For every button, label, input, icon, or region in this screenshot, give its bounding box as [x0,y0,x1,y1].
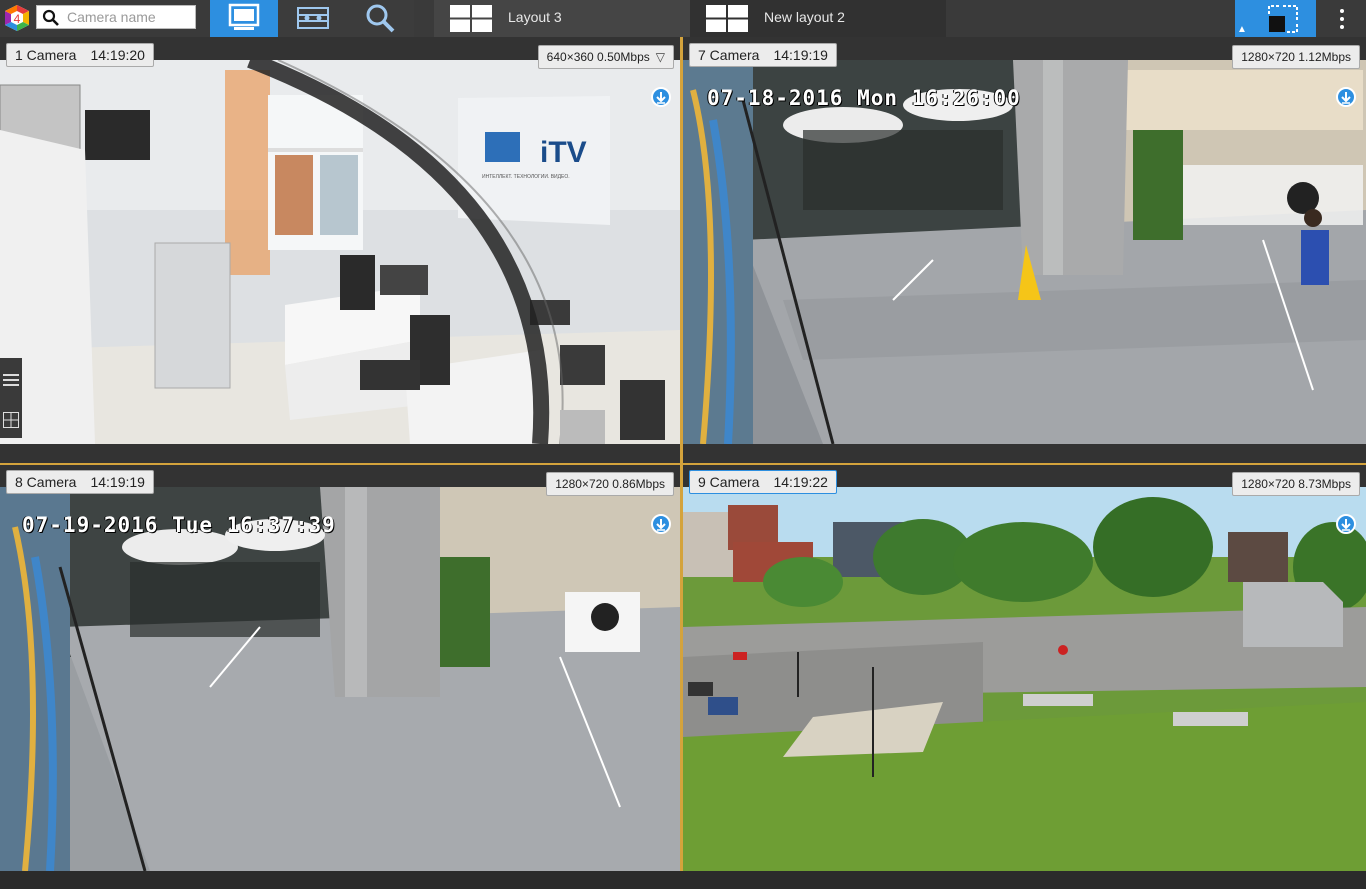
stream-quality-selector[interactable]: 1280×720 1.12Mbps [1232,45,1360,69]
export-download-icon[interactable] [651,514,671,534]
camera-title-badge[interactable]: 9 Camera 14:19:22 [689,470,837,494]
video-timestamp-overlay: 07-18-2016 Mon 16:26:00 [707,86,1021,110]
camera-time: 14:19:19 [773,47,828,63]
camera-name: 7 Camera [698,47,760,63]
camera-time: 14:19:19 [90,474,145,490]
live-view-button[interactable] [210,0,278,37]
kebab-menu-icon [1340,9,1344,29]
camera-title-badge[interactable]: 7 Camera 14:19:19 [689,43,837,67]
layout-grid-icon [450,5,492,32]
camera-title-badge[interactable]: 8 Camera 14:19:19 [6,470,154,494]
collapse-toolbar-button[interactable]: ▲ [1235,0,1249,37]
export-download-icon[interactable] [651,87,671,107]
banner-caption: ИНТЕЛЛЕКТ. ТЕХНОЛОГИИ. ВИДЕО. [482,174,570,180]
camera-tile-9[interactable]: 9 Camera 14:19:22 1280×720 8.73Mbps [683,464,1366,871]
export-download-icon[interactable] [1336,514,1356,534]
stream-quality-selector[interactable]: 1280×720 0.86Mbps [546,472,674,496]
side-panel-toggle [0,358,22,438]
atrium-scene [683,60,1366,444]
camera-video-1[interactable]: iTV ИНТЕЛЛЕКТ. ТЕХНОЛОГИИ. ВИДЕО. [0,60,680,444]
search-icon [42,9,59,26]
bottom-status-strip [0,871,1366,889]
layout-grid-icon [706,5,748,32]
layout-tab-1[interactable]: Layout 3 [434,0,690,37]
fullscreen-button[interactable] [1249,0,1316,37]
dropdown-triangle-icon: ▽ [655,50,665,64]
office-scene: iTV ИНТЕЛЛЕКТ. ТЕХНОЛОГИИ. ВИДЕО. [0,60,680,444]
camera-video-7[interactable]: 07-18-2016 Mon 16:26:00 [683,60,1366,444]
layout-tab-2[interactable]: New layout 2 [690,0,946,37]
camera-name: 9 Camera [698,474,760,490]
chevron-up-icon: ▲ [1237,24,1247,35]
camera-search-box [36,5,196,29]
layout-tab-label: Layout 3 [508,9,562,25]
camera-time: 14:19:20 [90,47,145,63]
search-tool-button[interactable] [346,0,414,37]
archive-icon [297,7,329,29]
app-logo-icon[interactable]: 4 [3,4,31,32]
camera-video-9[interactable] [683,487,1366,871]
atrium-scene [0,487,680,871]
video-timestamp-overlay: 07-19-2016 Tue 16:37:39 [22,513,336,537]
top-toolbar: 4 Camera name Layout 3 New layout 2 ▲ [0,0,1366,37]
list-icon[interactable] [3,372,19,388]
banner-logo-text: iTV [540,136,587,169]
layout-horizontal-divider[interactable] [0,463,1366,465]
camera-tile-7[interactable]: 07-18-2016 Mon 16:26:00 7 Camera 14:19:19… [683,37,1366,464]
stream-quality-selector[interactable]: 1280×720 8.73Mbps [1232,472,1360,496]
magnifier-icon [366,4,395,33]
fullscreen-icon [1268,5,1298,33]
stream-resolution: 1280×720 8.73Mbps [1241,477,1351,491]
export-download-icon[interactable] [1336,87,1356,107]
parking-lot-scene [683,487,1366,871]
camera-name: 8 Camera [15,474,77,490]
layout-tab-label: New layout 2 [764,9,845,25]
camera-video-8[interactable]: 07-19-2016 Tue 16:37:39 [0,487,680,871]
camera-tile-8[interactable]: 07-19-2016 Tue 16:37:39 8 Camera 14:19:19… [0,464,680,871]
stream-resolution: 1280×720 0.86Mbps [555,477,665,491]
camera-search-input[interactable] [67,8,191,26]
monitor-icon [228,3,260,30]
svg-text:4: 4 [14,12,21,26]
stream-quality-selector[interactable]: 640×360 0.50Mbps ▽ [537,45,674,69]
stream-resolution: 640×360 0.50Mbps [546,50,650,64]
more-menu-button[interactable] [1316,0,1366,37]
grid-icon[interactable] [3,412,19,428]
archive-button[interactable] [278,0,346,37]
camera-name: 1 Camera [15,47,77,63]
stream-resolution: 1280×720 1.12Mbps [1241,50,1351,64]
camera-time: 14:19:22 [773,474,828,490]
camera-title-badge[interactable]: 1 Camera 14:19:20 [6,43,154,67]
camera-tile-1[interactable]: iTV ИНТЕЛЛЕКТ. ТЕХНОЛОГИИ. ВИДЕО. 1 Came… [0,37,680,464]
